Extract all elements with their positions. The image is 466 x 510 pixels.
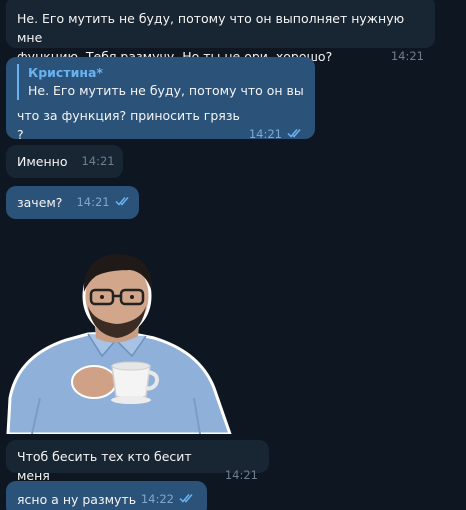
reply-quote[interactable]: Кристина* Не. Его мутить не буду, потому… [17,64,304,100]
message-text: Чтоб бесить тех кто бесит меня [17,449,192,483]
message-outgoing-2[interactable]: зачем? 14:21 [6,186,139,219]
message-time: 14:21 [248,127,282,141]
message-text: Именно [17,154,68,169]
message-meta: 14:22 [141,490,196,509]
message-outgoing-3[interactable]: ясно а ну размуть 14:22 [6,481,207,510]
message-incoming-3[interactable]: Чтоб бесить тех кто бесит меня 14:21 [6,440,269,483]
message-incoming-1[interactable]: Не. Его мутить не буду, потому что он вы… [6,0,435,64]
double-check-icon [115,193,132,212]
message-text: что за функция? приносить грязь ? [17,108,240,142]
message-time: 14:21 [76,195,110,209]
man-with-coffee-cup-sticker[interactable] [4,248,234,436]
quote-text: Не. Его мутить не буду, потому что он вы… [28,83,304,98]
double-check-icon [287,125,304,144]
message-time: 14:22 [140,492,174,506]
message-incoming-2[interactable]: Именно 14:21 [6,145,123,178]
message-time: 14:21 [81,154,115,168]
message-text: зачем? [17,195,63,210]
quote-author: Кристина* [28,65,103,80]
double-check-icon [179,490,196,509]
message-meta: 14:21 [249,125,304,144]
message-text: ясно а ну размуть [17,492,137,507]
message-time: 14:21 [390,49,424,63]
message-meta: 14:21 [76,193,131,212]
message-text-line-1: Не. Его мутить не буду, потому что он вы… [17,11,405,45]
message-time: 14:21 [224,468,258,482]
message-outgoing-reply[interactable]: Кристина* Не. Его мутить не буду, потому… [6,57,315,142]
